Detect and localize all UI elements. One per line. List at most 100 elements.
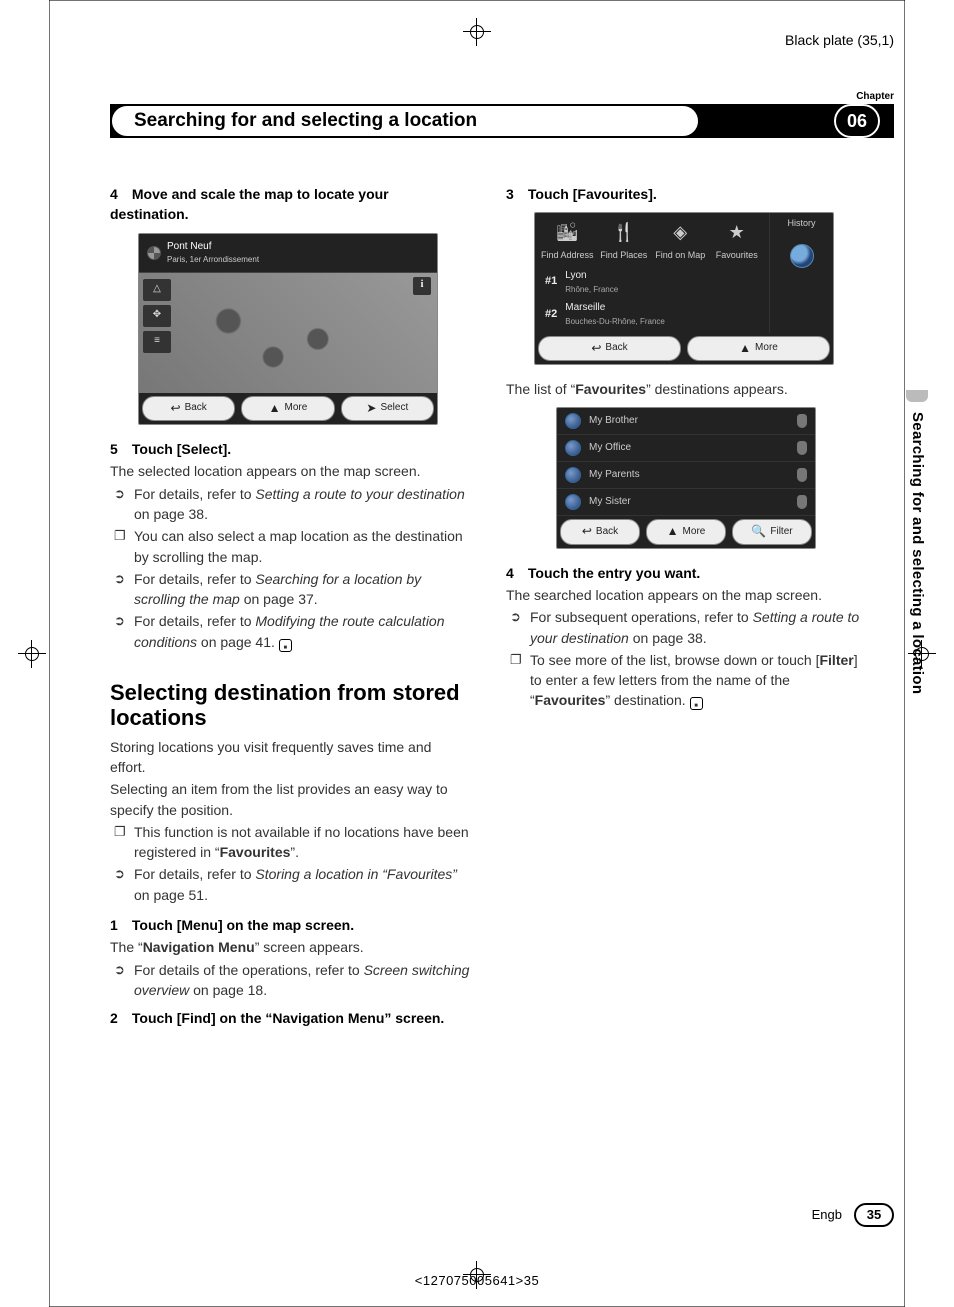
history-label: History	[787, 217, 815, 230]
search-icon: 🔍	[751, 523, 766, 540]
step-1: 1 Touch [Menu] on the map screen. The “N…	[110, 915, 470, 1000]
star-icon: ★	[723, 219, 751, 245]
step-body: The “Navigation Menu” screen appears.	[110, 937, 470, 957]
crop-mark	[904, 0, 905, 1307]
step-3: 3 Touch [Favourites].	[506, 184, 866, 204]
paragraph: The list of “Favourites” destinations ap…	[506, 379, 866, 399]
scroll-indicator-icon	[797, 414, 807, 428]
pin-icon	[565, 413, 581, 429]
page-number: 35	[854, 1203, 894, 1227]
note: This function is not available if no loc…	[134, 822, 470, 863]
note: To see more of the list, browse down or …	[530, 650, 866, 711]
globe-icon	[790, 244, 814, 268]
history-item: #2 MarseilleBouches-Du-Rhône, France	[541, 298, 763, 330]
note-xref: For details, refer to Setting a route to…	[134, 484, 470, 525]
favourite-item: My Sister	[557, 489, 815, 516]
language-code: Engb	[812, 1206, 842, 1225]
side-tab: Searching for and selecting a location	[906, 390, 928, 820]
note-xref: For details of the operations, refer to …	[134, 960, 470, 1001]
step-4: 4 Move and scale the map to locate your …	[110, 184, 470, 225]
note-xref: For subsequent operations, refer to Sett…	[530, 607, 866, 648]
chapter-title: Searching for and selecting a location	[110, 104, 700, 138]
end-of-topic-icon	[690, 697, 703, 710]
step-2: 2 Touch [Find] on the “Navigation Menu” …	[110, 1008, 470, 1028]
map-area: i △ ✥ ≡	[139, 273, 437, 393]
scroll-indicator-icon	[797, 441, 807, 455]
favourite-item: My Brother	[557, 408, 815, 435]
filter-button: 🔍Filter	[732, 519, 812, 544]
more-button: ▲More	[646, 519, 726, 544]
pin-icon	[565, 494, 581, 510]
info-icon: i	[413, 277, 431, 295]
more-button: ▲More	[241, 396, 334, 421]
side-tab-label: Searching for and selecting a location	[906, 402, 928, 694]
content-area: Chapter Searching for and selecting a lo…	[110, 90, 894, 1247]
chapter-number: 06	[834, 104, 880, 138]
tile-find-address: 🏙Find Address	[539, 219, 596, 262]
zoom-out-icon: ≡	[143, 331, 171, 353]
note: You can also select a map location as th…	[134, 526, 470, 567]
registration-mark	[18, 640, 46, 668]
select-button: ➤Select	[341, 396, 434, 421]
step-title: Touch [Select].	[132, 441, 231, 457]
step-body: The selected location appears on the map…	[110, 461, 470, 481]
page-footer: Engb 35	[110, 1203, 894, 1227]
back-button: ↩Back	[538, 336, 681, 361]
screenshot-find-menu: 🏙Find Address 🍴Find Places ◈Find on Map …	[534, 212, 834, 365]
note-xref: For details, refer to Modifying the rout…	[134, 611, 470, 652]
step-number: 4	[110, 184, 128, 204]
scroll-indicator-icon	[797, 468, 807, 482]
zoom-in-icon: △	[143, 279, 171, 301]
history-item: #1 LyonRhône, France	[541, 266, 763, 298]
plate-info: Black plate (35,1)	[0, 30, 894, 50]
step-5: 5 Touch [Select]. The selected location …	[110, 439, 470, 652]
more-button: ▲More	[687, 336, 830, 361]
screenshot-favourites-list: My Brother My Office My Parents My Siste…	[556, 407, 816, 548]
step-title: Touch the entry you want.	[528, 565, 700, 581]
step-number: 2	[110, 1008, 128, 1028]
step-4b: 4 Touch the entry you want. The searched…	[506, 563, 866, 711]
step-title: Touch [Favourites].	[528, 186, 657, 202]
pin-icon	[565, 467, 581, 483]
step-title: Touch [Find] on the “Navigation Menu” sc…	[132, 1010, 444, 1026]
chapter-header: Searching for and selecting a location 0…	[110, 104, 894, 138]
places-icon: 🍴	[610, 219, 638, 245]
map-icon: ◈	[666, 219, 694, 245]
pin-icon	[565, 440, 581, 456]
favourite-item: My Office	[557, 435, 815, 462]
step-body: The searched location appears on the map…	[506, 585, 866, 605]
city-icon: 🏙	[553, 219, 581, 245]
tile-favourites: ★Favourites	[709, 219, 766, 262]
step-number: 5	[110, 439, 128, 459]
left-column: 4 Move and scale the map to locate your …	[110, 178, 470, 1029]
scroll-indicator-icon	[797, 495, 807, 509]
tile-find-places: 🍴Find Places	[596, 219, 653, 262]
compass-icon	[147, 246, 161, 260]
pan-icon: ✥	[143, 305, 171, 327]
step-number: 1	[110, 915, 128, 935]
end-of-topic-icon	[279, 639, 292, 652]
page: Black plate (35,1) Chapter Searching for…	[0, 0, 954, 1307]
find-side-panel: History	[769, 213, 833, 332]
chapter-label: Chapter	[856, 90, 894, 105]
barcode-text: <127075005641>35	[0, 1272, 954, 1291]
note-xref: For details, refer to Searching for a lo…	[134, 569, 470, 610]
crop-mark	[49, 0, 50, 1307]
screenshot-map-select: Pont Neuf Paris, 1er Arrondissement i △ …	[138, 233, 438, 425]
tile-find-on-map: ◈Find on Map	[652, 219, 709, 262]
step-title: Touch [Menu] on the map screen.	[132, 917, 354, 933]
note-xref: For details, refer to Storing a location…	[134, 864, 470, 905]
poi-subtitle: Paris, 1er Arrondissement	[167, 254, 259, 266]
paragraph: Selecting an item from the list provides…	[110, 779, 470, 820]
back-button: ↩Back	[560, 519, 640, 544]
back-button: ↩Back	[142, 396, 235, 421]
paragraph: Storing locations you visit frequently s…	[110, 737, 470, 778]
step-title: Move and scale the map to locate your de…	[110, 186, 389, 222]
favourite-item: My Parents	[557, 462, 815, 489]
poi-title: Pont Neuf	[167, 240, 259, 255]
right-column: 3 Touch [Favourites]. 🏙Find Address 🍴Fin…	[506, 178, 866, 1029]
section-heading: Selecting destination from stored locati…	[110, 680, 470, 731]
step-number: 3	[506, 184, 524, 204]
step-number: 4	[506, 563, 524, 583]
crop-mark	[49, 0, 905, 1]
